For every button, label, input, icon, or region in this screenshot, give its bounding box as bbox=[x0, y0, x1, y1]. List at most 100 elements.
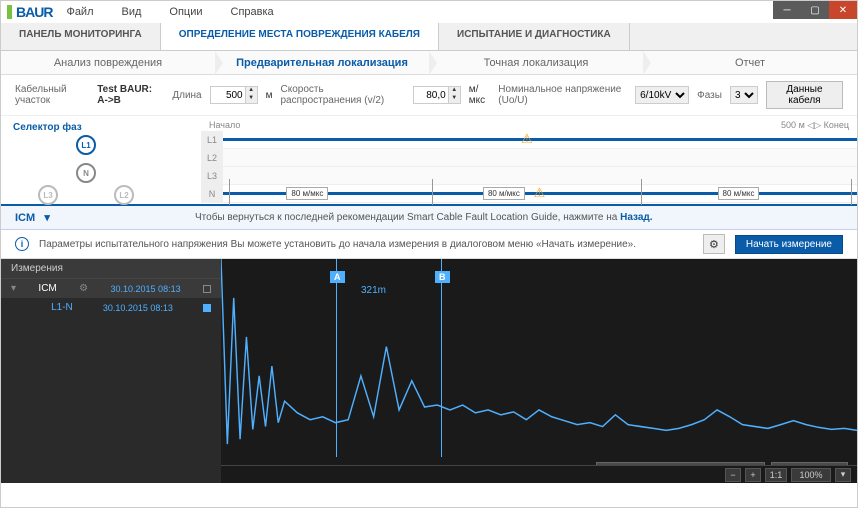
tab-diagnostics[interactable]: ИСПЫТАНИЕ И ДИАГНОСТИКА bbox=[439, 23, 630, 50]
zoom-in-button[interactable]: + bbox=[745, 468, 761, 482]
length-input[interactable] bbox=[211, 90, 245, 101]
expand-icon[interactable]: ▾ bbox=[11, 283, 16, 294]
menu-view[interactable]: Вид bbox=[108, 3, 156, 21]
close-button[interactable]: ✕ bbox=[829, 1, 857, 19]
cursor-b-label: B bbox=[435, 271, 450, 283]
window-controls: ─ ▢ ✕ bbox=[773, 1, 857, 19]
lane-tick bbox=[432, 179, 433, 205]
menu-file[interactable]: Файл bbox=[52, 3, 107, 21]
phases-label: Фазы bbox=[697, 90, 722, 101]
phase-selector: Селектор фаз L1 N L3 L2 bbox=[1, 116, 201, 204]
lane-l2-label: L2 bbox=[201, 149, 223, 167]
length-down[interactable]: ▼ bbox=[245, 95, 257, 103]
phase-node-l1[interactable]: L1 bbox=[76, 135, 96, 155]
logo: BAUR bbox=[7, 4, 52, 20]
warning-icon: ⚠ bbox=[534, 185, 546, 201]
sidebar-item-date: 30.10.2015 08:13 bbox=[111, 284, 181, 294]
warning-icon: ⚠ bbox=[521, 131, 533, 147]
info-icon: i bbox=[15, 237, 29, 251]
sidebar-row-l1n[interactable]: L1-N 30.10.2015 08:13 bbox=[1, 298, 221, 317]
sidebar-item-name: L1-N bbox=[51, 302, 73, 313]
cursor-b[interactable]: B bbox=[441, 259, 442, 457]
gear-icon[interactable]: ⚙ bbox=[79, 283, 88, 294]
sidebar-row-icm[interactable]: ▾ ICM ⚙ 30.10.2015 08:13 bbox=[1, 279, 221, 298]
lane-l2[interactable] bbox=[223, 149, 857, 167]
settings-button[interactable]: ⚙ bbox=[703, 234, 725, 254]
speed-unit: м/мкс bbox=[469, 84, 491, 106]
back-link[interactable]: Назад. bbox=[620, 212, 652, 223]
tab-monitoring[interactable]: ПАНЕЛЬ МОНИТОРИНГА bbox=[1, 23, 161, 50]
speed-tag-3: 80 м/мкс bbox=[718, 187, 760, 200]
length-unit: м bbox=[266, 90, 273, 101]
step-bar: Анализ повреждения Предварительная локал… bbox=[1, 51, 857, 75]
speed-tag-2: 80 м/мкс bbox=[483, 187, 525, 200]
minimize-button[interactable]: ─ bbox=[773, 1, 801, 19]
menu-help[interactable]: Справка bbox=[217, 3, 288, 21]
length-up[interactable]: ▲ bbox=[245, 87, 257, 95]
info-bar: i Параметры испытательного напряжения Вы… bbox=[1, 230, 857, 259]
lane-start: Начало bbox=[209, 120, 240, 131]
voltage-select[interactable]: 6/10kV bbox=[635, 86, 689, 104]
lane-tick bbox=[851, 179, 852, 205]
voltage-label: Номинальное напряжение (Uo/U) bbox=[498, 84, 627, 106]
lane-l3[interactable] bbox=[223, 167, 857, 185]
sidebar-item-name: ICM bbox=[38, 283, 56, 294]
phase-node-l2[interactable]: L2 bbox=[114, 185, 134, 205]
method-name[interactable]: ICM ▾ bbox=[15, 211, 195, 224]
step-pinpoint[interactable]: Точная локализация bbox=[429, 51, 643, 74]
zoom-level[interactable]: 100% bbox=[791, 468, 831, 482]
lane-l3-label: L3 bbox=[201, 167, 223, 185]
speed-spinner[interactable]: ▲▼ bbox=[413, 86, 461, 104]
length-label: Длина bbox=[172, 90, 201, 101]
main-area: Измерения ▾ ICM ⚙ 30.10.2015 08:13 L1-N … bbox=[1, 259, 857, 483]
phase-selector-title: Селектор фаз bbox=[13, 122, 189, 133]
lane-n-label: N bbox=[201, 185, 223, 203]
lane-end-dist: 500 м bbox=[781, 120, 805, 130]
tab-fault-location[interactable]: ОПРЕДЕЛЕНИЕ МЕСТА ПОВРЕЖДЕНИЯ КАБЕЛЯ bbox=[161, 23, 439, 50]
length-spinner[interactable]: ▲▼ bbox=[210, 86, 258, 104]
zoom-ratio-button[interactable]: 1:1 bbox=[765, 468, 787, 482]
sidebar-header: Измерения bbox=[1, 259, 221, 279]
method-bar: ICM ▾ Чтобы вернуться к последней рекоме… bbox=[1, 206, 857, 230]
lane-end: Конец bbox=[824, 120, 849, 130]
lane-l1-label: L1 bbox=[201, 131, 223, 149]
parameter-bar: Кабельный участок Test BAUR: A->B Длина … bbox=[1, 75, 857, 116]
lane-n[interactable]: 80 м/мкс 80 м/мкс ⚠ 80 м/мкс bbox=[223, 185, 857, 203]
lane-l1[interactable]: ⚠ bbox=[223, 131, 857, 149]
start-measurement-button[interactable]: Начать измерение bbox=[735, 235, 843, 254]
cursor-distance: 321m bbox=[361, 285, 386, 296]
lane-tick bbox=[641, 179, 642, 205]
info-text: Параметры испытательного напряжения Вы м… bbox=[39, 239, 693, 250]
zoom-bar: − + 1:1 100% ▾ bbox=[221, 465, 857, 483]
section-label: Кабельный участок bbox=[15, 84, 89, 106]
step-analysis[interactable]: Анализ повреждения bbox=[1, 51, 215, 74]
phase-node-l3[interactable]: L3 bbox=[38, 185, 58, 205]
speed-input[interactable] bbox=[414, 90, 448, 101]
speed-up[interactable]: ▲ bbox=[448, 87, 460, 95]
cursor-a[interactable]: A bbox=[336, 259, 337, 457]
reflectogram-graph[interactable]: A B 321m Сделать моментальный снимок Пои… bbox=[221, 259, 857, 483]
speed-label: Скорость распространения (v/2) bbox=[281, 84, 405, 106]
menubar: BAUR Файл Вид Опции Справка ─ ▢ ✕ bbox=[1, 1, 857, 23]
waveform bbox=[221, 259, 857, 483]
phase-triangle[interactable]: L1 N L3 L2 bbox=[28, 135, 148, 201]
phase-node-n[interactable]: N bbox=[76, 163, 96, 183]
color-swatch bbox=[203, 304, 211, 312]
sidebar-item-date: 30.10.2015 08:13 bbox=[103, 303, 173, 313]
zoom-out-button[interactable]: − bbox=[725, 468, 741, 482]
speed-down[interactable]: ▼ bbox=[448, 95, 460, 103]
cable-data-button[interactable]: Данные кабеля bbox=[766, 81, 843, 109]
zoom-dropdown[interactable]: ▾ bbox=[835, 468, 851, 482]
phases-select[interactable]: 3 bbox=[730, 86, 758, 104]
cable-lanes: Начало500 м ◁▷ Конец L1⚠ L2 L3 N 80 м/мк… bbox=[201, 116, 857, 204]
step-report[interactable]: Отчет bbox=[643, 51, 857, 74]
main-tabs: ПАНЕЛЬ МОНИТОРИНГА ОПРЕДЕЛЕНИЕ МЕСТА ПОВ… bbox=[1, 23, 857, 51]
maximize-button[interactable]: ▢ bbox=[801, 1, 829, 19]
step-prelocation[interactable]: Предварительная локализация bbox=[215, 51, 429, 74]
measurements-sidebar: Измерения ▾ ICM ⚙ 30.10.2015 08:13 L1-N … bbox=[1, 259, 221, 483]
cable-area: Селектор фаз L1 N L3 L2 Начало500 м ◁▷ К… bbox=[1, 116, 857, 206]
section-value: Test BAUR: A->B bbox=[97, 84, 164, 106]
lane-tick bbox=[229, 179, 230, 205]
menu-options[interactable]: Опции bbox=[155, 3, 216, 21]
square-icon bbox=[203, 285, 211, 293]
